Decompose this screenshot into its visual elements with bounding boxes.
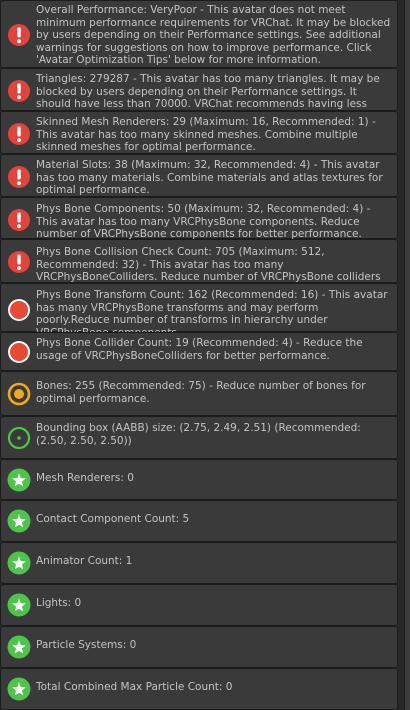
performance-message-text: Skinned Mesh Renderers: 29 (Maximum: 16,…: [36, 116, 376, 154]
error-exclamation-icon: [7, 122, 31, 146]
performance-message-text: Phys Bone Collider Count: 19 (Recommende…: [36, 337, 363, 362]
poor-performance-icon: [7, 340, 31, 364]
side-panel-edge: [404, 459, 410, 500]
performance-message-row: Total Combined Max Particle Count: 0: [0, 668, 398, 710]
performance-message-row: Triangles: 279287 - This avatar has too …: [0, 68, 398, 123]
side-panel-edge: [404, 371, 410, 416]
performance-message-text: Mesh Renderers: 0: [36, 472, 134, 484]
excellent-star-icon: [7, 635, 31, 659]
performance-message-row: Bounding box (AABB) size: (2.75, 2.49, 2…: [0, 416, 398, 459]
performance-message-text: Material Slots: 38 (Maximum: 32, Recomme…: [36, 159, 383, 197]
performance-message-text: Contact Component Count: 5: [36, 513, 190, 525]
performance-message-text: Overall Performance: VeryPoor - This ava…: [36, 4, 391, 67]
performance-message-text: Bounding box (AABB) size: (2.75, 2.49, 2…: [36, 422, 361, 447]
performance-message-row: Animator Count: 1: [0, 542, 398, 584]
performance-message-row: Mesh Renderers: 0: [0, 459, 398, 500]
excellent-star-icon: [7, 677, 31, 701]
side-panel-edge: [404, 239, 410, 283]
error-exclamation-icon: [7, 165, 31, 189]
side-panel-edge: [404, 542, 410, 584]
poor-performance-icon: [7, 298, 31, 322]
side-panel-edge: [404, 111, 410, 154]
side-panel-edge: [404, 626, 410, 668]
excellent-star-icon: [7, 468, 31, 492]
side-panel-edge: [404, 668, 410, 710]
performance-message-row: Bones: 255 (Recommended: 75) - Reduce nu…: [0, 371, 398, 416]
excellent-star-icon: [7, 509, 31, 533]
excellent-star-icon: [7, 551, 31, 575]
performance-message-row: Skinned Mesh Renderers: 29 (Maximum: 16,…: [0, 111, 398, 154]
performance-message-text: Bones: 255 (Recommended: 75) - Reduce nu…: [36, 380, 366, 405]
performance-message-text: Lights: 0: [36, 597, 82, 609]
side-panel-edge: [404, 584, 410, 626]
performance-message-row: Phys Bone Collision Check Count: 705 (Ma…: [0, 239, 398, 296]
performance-message-row: Material Slots: 38 (Maximum: 32, Recomme…: [0, 154, 398, 197]
performance-message-text: Phys Bone Components: 50 (Maximum: 32, R…: [36, 203, 371, 241]
performance-message-text: Particle Systems: 0: [36, 639, 137, 651]
performance-message-row: Overall Performance: VeryPoor - This ava…: [0, 0, 398, 68]
performance-message-row: Phys Bone Transform Count: 162 (Recommen…: [0, 283, 398, 339]
side-panel-edge: [404, 500, 410, 542]
medium-performance-icon: [7, 382, 31, 406]
performance-message-row: Phys Bone Components: 50 (Maximum: 32, R…: [0, 197, 398, 241]
good-performance-icon: [7, 426, 31, 450]
performance-message-row: Particle Systems: 0: [0, 626, 398, 668]
side-panel-edge: [404, 154, 410, 197]
side-panel-edge: [404, 416, 410, 459]
performance-message-row: Lights: 0: [0, 584, 398, 626]
performance-message-row: Phys Bone Collider Count: 19 (Recommende…: [0, 332, 398, 371]
side-panel-edge: [404, 197, 410, 239]
performance-message-row: Contact Component Count: 5: [0, 500, 398, 542]
error-exclamation-icon: [7, 23, 31, 47]
side-panel-edge: [404, 68, 410, 111]
side-panel-edge: [404, 0, 410, 68]
side-panel-edge: [404, 283, 410, 332]
performance-message-text: Animator Count: 1: [36, 555, 133, 567]
error-exclamation-icon: [7, 208, 31, 232]
excellent-star-icon: [7, 593, 31, 617]
performance-message-text: Total Combined Max Particle Count: 0: [36, 681, 233, 693]
side-panel-edge: [404, 332, 410, 371]
error-exclamation-icon: [7, 250, 31, 274]
error-exclamation-icon: [7, 79, 31, 103]
